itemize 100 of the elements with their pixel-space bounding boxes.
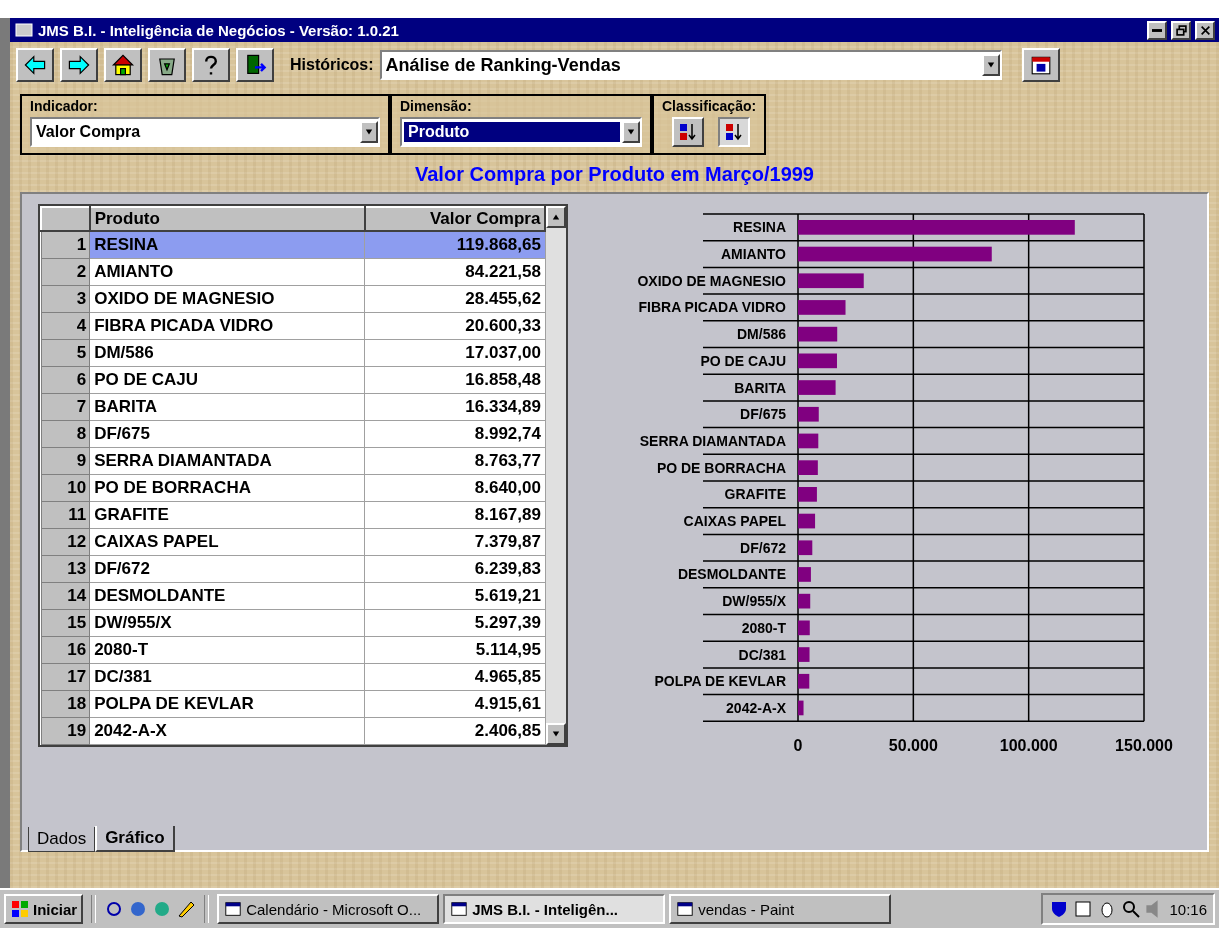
table-cell: 2080-T bbox=[89, 636, 365, 664]
category-label: 2080-T bbox=[741, 619, 786, 636]
table-cell: DF/675 bbox=[89, 420, 365, 448]
pencil-icon bbox=[176, 899, 197, 919]
row-number: 4 bbox=[41, 312, 90, 340]
view-tab[interactable]: Dados bbox=[28, 827, 96, 852]
table-cell: RESINA bbox=[89, 231, 365, 259]
row-number: 8 bbox=[41, 420, 90, 448]
forward-arrow-icon bbox=[67, 53, 91, 77]
table-cell: AMIANTO bbox=[89, 258, 365, 286]
start-button[interactable]: Iniciar bbox=[4, 894, 84, 924]
category-label: PO DE BORRACHA bbox=[656, 459, 786, 476]
minimize-icon bbox=[1152, 28, 1162, 32]
table-cell: 8.640,00 bbox=[364, 474, 546, 502]
table-cell: CAIXAS PAPEL bbox=[89, 528, 365, 556]
toolbar-button[interactable] bbox=[60, 48, 98, 82]
column-header[interactable]: Valor Compra bbox=[364, 207, 546, 231]
category-label: DC/381 bbox=[738, 646, 786, 663]
table-cell: 2.406,85 bbox=[364, 717, 546, 745]
sort-descending-button[interactable] bbox=[718, 117, 750, 147]
category-label: OXIDO DE MAGNESIO bbox=[637, 272, 786, 289]
table-cell: DM/586 bbox=[89, 339, 365, 367]
row-number: 9 bbox=[41, 447, 90, 475]
table-cell: DF/672 bbox=[89, 555, 365, 583]
table-cell: GRAFITE bbox=[89, 501, 365, 529]
view-tab[interactable]: Gráfico bbox=[95, 826, 175, 852]
history-label: Históricos: bbox=[290, 56, 374, 74]
table-cell: 84.221,58 bbox=[364, 258, 546, 286]
table-cell: 5.619,21 bbox=[364, 582, 546, 610]
toolbar-button[interactable] bbox=[192, 48, 230, 82]
toolbar-button[interactable] bbox=[236, 48, 274, 82]
dropdown-button[interactable] bbox=[360, 121, 378, 143]
close-icon bbox=[1199, 24, 1211, 36]
dimension-dropdown[interactable]: Produto bbox=[400, 117, 642, 147]
table-cell: OXIDO DE MAGNESIO bbox=[89, 285, 365, 313]
taskbar-task[interactable]: Calendário - Microsoft O... bbox=[217, 894, 440, 924]
row-number: 2 bbox=[41, 258, 90, 286]
speaker-icon bbox=[1145, 899, 1160, 919]
category-label: POLPA DE KEVLAR bbox=[654, 673, 786, 690]
windows-logo-icon bbox=[10, 899, 30, 919]
table-cell: PO DE CAJU bbox=[89, 366, 365, 394]
taskbar-task[interactable]: JMS B.I. - Inteligên... bbox=[443, 894, 666, 924]
category-label: SERRA DIAMANTADA bbox=[639, 432, 786, 449]
category-label: DW/955/X bbox=[722, 593, 786, 610]
caret-icon bbox=[551, 730, 562, 738]
toolbar-button[interactable] bbox=[148, 48, 186, 82]
indicator-label: Indicador: bbox=[30, 98, 99, 114]
column-header[interactable]: Produto bbox=[89, 207, 365, 231]
row-number: 11 bbox=[41, 501, 90, 529]
clock: 10:16 bbox=[1169, 900, 1207, 918]
axis-tick-label: 0 bbox=[793, 737, 803, 755]
category-label: DESMOLDANTE bbox=[677, 566, 786, 583]
table-cell: 7.379,87 bbox=[364, 528, 546, 556]
table-cell: POLPA DE KEVLAR bbox=[89, 690, 365, 718]
toolbar-button[interactable] bbox=[104, 48, 142, 82]
row-number: 13 bbox=[41, 555, 90, 583]
table-cell: DW/955/X bbox=[89, 609, 365, 637]
dropdown-button[interactable] bbox=[981, 54, 1000, 76]
category-label: GRAFITE bbox=[724, 486, 786, 503]
indicator-dropdown[interactable]: Valor Compra bbox=[30, 117, 380, 147]
axis-tick-label: 100.000 bbox=[999, 737, 1058, 755]
app-icon bbox=[14, 20, 34, 40]
table-cell: 5.114,95 bbox=[364, 636, 546, 664]
caret-icon bbox=[551, 213, 562, 221]
table-cell: 8.763,77 bbox=[364, 447, 546, 475]
category-label: 2042-A-X bbox=[726, 699, 786, 716]
axis-tick-label: 150.000 bbox=[1115, 737, 1173, 755]
row-number: 19 bbox=[41, 717, 90, 745]
category-label: CAIXAS PAPEL bbox=[683, 513, 786, 530]
restore-button[interactable] bbox=[1171, 20, 1191, 40]
magnifier-icon bbox=[1121, 899, 1142, 919]
minimize-button[interactable] bbox=[1147, 20, 1167, 40]
table-cell: 28.455,62 bbox=[364, 285, 546, 313]
history-dropdown[interactable]: Análise de Ranking-Vendas bbox=[379, 50, 1002, 80]
dropdown-button[interactable] bbox=[622, 121, 640, 143]
table-cell: 8.992,74 bbox=[364, 420, 546, 448]
row-number: 16 bbox=[41, 636, 90, 664]
toolbar-button[interactable] bbox=[16, 48, 54, 82]
category-label: DF/675 bbox=[740, 406, 786, 423]
scrollbar[interactable] bbox=[546, 206, 566, 745]
category-label: BARITA bbox=[734, 379, 786, 396]
calendar-button[interactable] bbox=[1021, 48, 1060, 82]
dimension-label: Dimensão: bbox=[400, 98, 473, 114]
sort-ascending-button[interactable] bbox=[672, 117, 704, 147]
category-label: DM/586 bbox=[736, 326, 786, 343]
row-number: 3 bbox=[41, 285, 90, 313]
window-icon bbox=[224, 900, 243, 918]
sort-label: Classificação: bbox=[662, 98, 757, 114]
taskbar-task[interactable]: vendas - Paint bbox=[669, 894, 892, 924]
table-cell: 20.600,33 bbox=[364, 312, 546, 340]
table-cell: 4.965,85 bbox=[364, 663, 546, 691]
window-title: JMS B.I. - Inteligência de Negócios - Versão: 1.0.21 bbox=[38, 21, 400, 39]
table-cell: 119.868,65 bbox=[364, 231, 546, 259]
window-icon bbox=[676, 900, 695, 918]
table-cell: 16.858,48 bbox=[364, 366, 546, 394]
close-button[interactable] bbox=[1195, 20, 1215, 40]
row-number: 12 bbox=[41, 528, 90, 556]
row-number: 10 bbox=[41, 474, 90, 502]
row-number: 15 bbox=[41, 609, 90, 637]
table-cell: 16.334,89 bbox=[364, 393, 546, 421]
